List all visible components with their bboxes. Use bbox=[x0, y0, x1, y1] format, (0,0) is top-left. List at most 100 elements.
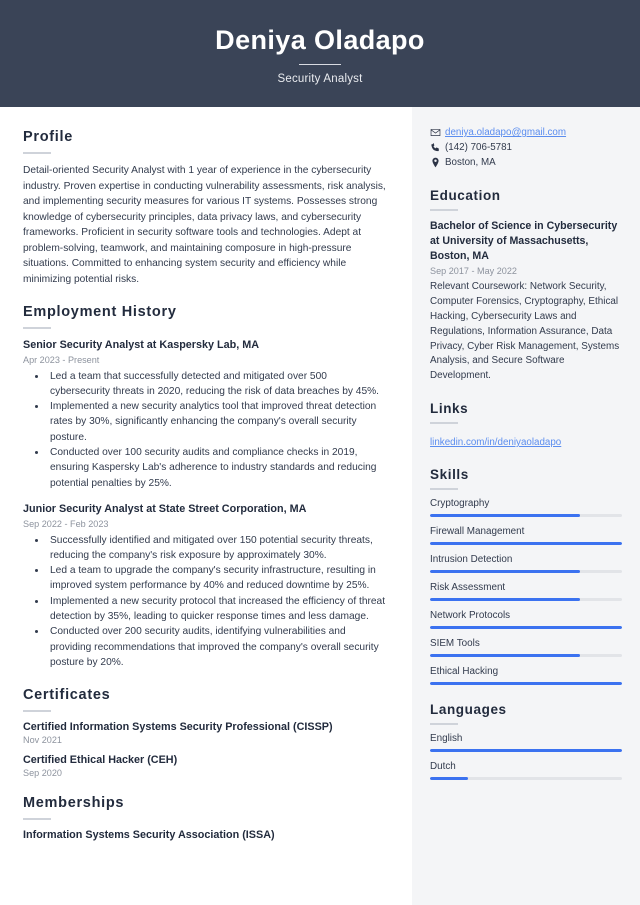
resume-header: Deniya Oladapo Security Analyst bbox=[0, 0, 640, 107]
skill-bar-track bbox=[430, 682, 622, 686]
contact-phone: (142) 706-5781 bbox=[430, 142, 622, 153]
languages-heading-rule bbox=[430, 723, 458, 726]
section-employment: Employment History Senior Security Analy… bbox=[23, 304, 387, 670]
education-heading-rule bbox=[430, 209, 458, 211]
certificates-heading-rule bbox=[23, 710, 51, 713]
skill-label: Ethical Hacking bbox=[430, 666, 499, 678]
skill-label: Risk Assessment bbox=[430, 582, 506, 594]
candidate-job-title: Security Analyst bbox=[277, 73, 363, 86]
job-bullets: Led a team that successfully detected an… bbox=[23, 369, 387, 491]
skill-item: SIEM Tools bbox=[430, 638, 622, 658]
membership-title: Information Systems Security Association… bbox=[23, 829, 275, 842]
header-divider bbox=[299, 64, 341, 66]
skill-bar-track bbox=[430, 542, 622, 546]
language-label: Dutch bbox=[430, 761, 456, 773]
job-title: Junior Security Analyst at State Street … bbox=[23, 502, 307, 515]
job-date: Sep 2022 - Feb 2023 bbox=[23, 518, 109, 529]
skill-item: Risk Assessment bbox=[430, 582, 622, 602]
skill-bar-track bbox=[430, 570, 622, 574]
skill-item: Firewall Management bbox=[430, 526, 622, 546]
skill-bar-fill bbox=[430, 654, 580, 658]
job-bullet: Led a team to upgrade the company's secu… bbox=[47, 563, 387, 594]
employment-entry: Senior Security Analyst at Kaspersky Lab… bbox=[23, 338, 387, 491]
links-heading-rule bbox=[430, 422, 458, 425]
profile-heading-rule bbox=[23, 152, 51, 154]
contact-list: deniya.oladapo@gmail.com (142) 706-5781 … bbox=[430, 127, 622, 168]
certificates-heading: Certificates bbox=[23, 687, 111, 704]
language-bar-track bbox=[430, 777, 622, 781]
phone-value: (142) 706-5781 bbox=[445, 142, 512, 153]
skill-bar-track bbox=[430, 598, 622, 602]
language-item: Dutch bbox=[430, 761, 622, 781]
skill-bar-fill bbox=[430, 682, 622, 686]
job-title: Senior Security Analyst at Kaspersky Lab… bbox=[23, 339, 260, 351]
skill-label: Intrusion Detection bbox=[430, 554, 513, 566]
location-icon bbox=[430, 157, 445, 168]
education-heading: Education bbox=[430, 188, 501, 203]
skill-bar-fill bbox=[430, 626, 622, 630]
job-bullet: Implemented a new security protocol that… bbox=[47, 594, 387, 625]
job-date: Apr 2023 - Present bbox=[23, 354, 100, 365]
phone-icon bbox=[430, 142, 445, 153]
section-education: Education Bachelor of Science in Cyberse… bbox=[430, 188, 622, 384]
main-column: Profile Detail-oriented Security Analyst… bbox=[0, 107, 412, 905]
language-label: English bbox=[430, 733, 463, 745]
profile-text: Detail-oriented Security Analyst with 1 … bbox=[23, 165, 386, 285]
certificate-date: Sep 2020 bbox=[23, 768, 62, 779]
skills-heading: Skills bbox=[430, 467, 469, 483]
languages-heading: Languages bbox=[430, 702, 507, 718]
employment-entry: Junior Security Analyst at State Street … bbox=[23, 502, 387, 670]
skill-bar-fill bbox=[430, 514, 580, 518]
contact-location: Boston, MA bbox=[430, 157, 622, 168]
employment-heading: Employment History bbox=[23, 304, 177, 320]
language-bar-track bbox=[430, 749, 622, 753]
sidebar-column: deniya.oladapo@gmail.com (142) 706-5781 … bbox=[412, 107, 640, 905]
education-date: Sep 2017 - May 2022 bbox=[430, 266, 517, 277]
skill-item: Intrusion Detection bbox=[430, 554, 622, 574]
skill-item: Ethical Hacking bbox=[430, 666, 622, 686]
section-languages: Languages English Dutch bbox=[430, 702, 622, 781]
linkedin-link[interactable]: linkedin.com/in/deniyaoladapo bbox=[430, 437, 561, 448]
job-bullets: Successfully identified and mitigated ov… bbox=[23, 533, 387, 671]
job-bullet: Conducted over 100 security audits and c… bbox=[47, 445, 387, 491]
links-heading: Links bbox=[430, 401, 469, 417]
skill-bar-track bbox=[430, 654, 622, 658]
certificate-title: Certified Ethical Hacker (CEH) bbox=[23, 754, 178, 767]
language-bar-fill bbox=[430, 749, 622, 753]
certificate-date: Nov 2021 bbox=[23, 735, 62, 746]
skill-item: Cryptography bbox=[430, 498, 622, 518]
skill-bar-track bbox=[430, 514, 622, 518]
skill-bar-fill bbox=[430, 570, 580, 574]
employment-heading-rule bbox=[23, 327, 51, 329]
skill-label: Firewall Management bbox=[430, 526, 525, 538]
section-certificates: Certificates Certified Information Syste… bbox=[23, 687, 387, 778]
job-bullet: Successfully identified and mitigated ov… bbox=[47, 533, 387, 564]
skill-label: SIEM Tools bbox=[430, 638, 480, 650]
location-value: Boston, MA bbox=[445, 157, 496, 168]
job-bullet: Conducted over 200 security audits, iden… bbox=[47, 624, 387, 670]
certificate-title: Certified Information Systems Security P… bbox=[23, 721, 333, 734]
education-description: Relevant Coursework: Network Security, C… bbox=[430, 281, 620, 382]
section-skills: Skills Cryptography Firewall Management … bbox=[430, 467, 622, 686]
job-bullet: Led a team that successfully detected an… bbox=[47, 369, 387, 400]
certificate-item: Certified Ethical Hacker (CEH) Sep 2020 bbox=[23, 754, 387, 778]
email-icon bbox=[430, 127, 445, 138]
memberships-heading-rule bbox=[23, 818, 51, 821]
skills-heading-rule bbox=[430, 488, 458, 491]
section-profile: Profile Detail-oriented Security Analyst… bbox=[23, 129, 387, 287]
skill-bar-track bbox=[430, 626, 622, 630]
language-bar-fill bbox=[430, 777, 469, 781]
profile-heading: Profile bbox=[23, 129, 74, 145]
email-link[interactable]: deniya.oladapo@gmail.com bbox=[445, 127, 566, 138]
certificate-item: Certified Information Systems Security P… bbox=[23, 721, 387, 745]
section-links: Links linkedin.com/in/deniyaoladapo bbox=[430, 401, 622, 450]
skill-item: Network Protocols bbox=[430, 610, 622, 630]
job-bullet: Implemented a new security analytics too… bbox=[47, 399, 387, 445]
membership-item: Information Systems Security Association… bbox=[23, 829, 387, 841]
education-title: Bachelor of Science in Cybersecurity at … bbox=[430, 220, 618, 263]
resume-body: Profile Detail-oriented Security Analyst… bbox=[0, 107, 640, 905]
skill-bar-fill bbox=[430, 542, 622, 546]
skill-bar-fill bbox=[430, 598, 580, 602]
contact-email[interactable]: deniya.oladapo@gmail.com bbox=[430, 127, 622, 138]
section-memberships: Memberships Information Systems Security… bbox=[23, 795, 387, 841]
